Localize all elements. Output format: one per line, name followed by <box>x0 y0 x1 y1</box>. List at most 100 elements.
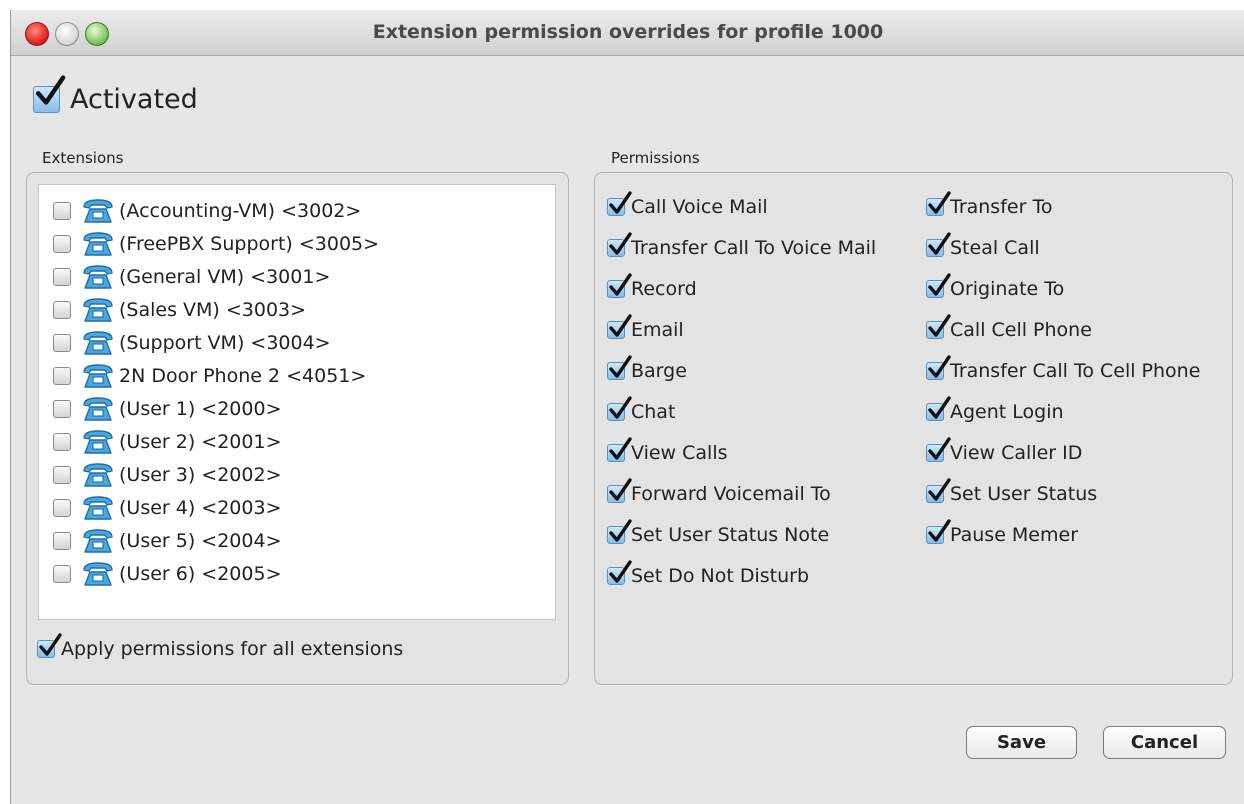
permission-checkbox[interactable] <box>926 272 951 298</box>
extension-list-item[interactable]: (Sales VM) <3003> <box>39 293 555 326</box>
permission-checkbox[interactable] <box>607 231 632 257</box>
checkmark-icon <box>609 313 632 337</box>
permission-item[interactable]: Email <box>607 309 876 350</box>
checkmark-icon <box>928 395 951 419</box>
checkmark-icon <box>609 272 632 296</box>
activated-checkbox[interactable] <box>33 75 66 113</box>
permission-checkbox[interactable] <box>926 436 951 462</box>
permission-label: Transfer To <box>950 195 1053 218</box>
extension-label: (User 4) <2003> <box>119 496 282 519</box>
save-button[interactable]: Save <box>966 726 1077 759</box>
permission-label: Call Cell Phone <box>950 318 1092 341</box>
permission-item[interactable]: Forward Voicemail To <box>607 473 876 514</box>
extension-label: (User 3) <2002> <box>119 463 282 486</box>
extension-list-item[interactable]: 2N Door Phone 2 <4051> <box>39 359 555 392</box>
permissions-group-label: Permissions <box>611 149 700 167</box>
extension-list-item[interactable]: (Accounting-VM) <3002> <box>39 194 555 227</box>
extension-list-item[interactable]: (User 4) <2003> <box>39 491 555 524</box>
extensions-list[interactable]: (Accounting-VM) <3002> (FreePBX Support) … <box>38 184 556 620</box>
permissions-right-column: Transfer To Steal Call Originate To Call Ce… <box>926 186 1200 555</box>
window-title: Extension permission overrides for profi… <box>372 21 884 43</box>
permission-checkbox[interactable] <box>926 190 951 216</box>
permission-item[interactable]: Set User Status Note <box>607 514 876 555</box>
extension-list-item[interactable]: (Support VM) <3004> <box>39 326 555 359</box>
permission-checkbox[interactable] <box>607 436 632 462</box>
desk-phone-icon <box>83 429 113 454</box>
permission-item[interactable]: Barge <box>607 350 876 391</box>
checkmark-icon <box>928 190 951 214</box>
extension-list-item[interactable]: (FreePBX Support) <3005> <box>39 227 555 260</box>
apply-all-checkbox-row[interactable]: Apply permissions for all extensions <box>37 633 403 660</box>
checkmark-icon <box>609 559 632 583</box>
extension-list-item[interactable]: (User 3) <2002> <box>39 458 555 491</box>
permission-checkbox[interactable] <box>607 395 632 421</box>
extension-label: (General VM) <3001> <box>119 265 331 288</box>
extension-list-item[interactable]: (General VM) <3001> <box>39 260 555 293</box>
extension-label: 2N Door Phone 2 <4051> <box>119 364 367 387</box>
permission-item[interactable]: Originate To <box>926 268 1200 309</box>
permission-checkbox[interactable] <box>607 477 632 503</box>
apply-all-checkbox[interactable] <box>37 633 62 658</box>
extension-phone-icon-wrap <box>81 198 119 224</box>
permission-item[interactable]: Chat <box>607 391 876 432</box>
permission-checkbox[interactable] <box>607 518 632 544</box>
permission-item[interactable]: Set User Status <box>926 473 1200 514</box>
activated-checkbox-row[interactable]: Activated <box>33 75 198 115</box>
extension-checkbox[interactable] <box>53 267 71 286</box>
extension-checkbox[interactable] <box>53 465 71 484</box>
extension-checkbox[interactable] <box>53 300 71 319</box>
checkmark-icon <box>928 477 951 501</box>
extension-checkbox[interactable] <box>53 399 71 418</box>
extension-checkbox[interactable] <box>53 366 71 385</box>
extension-list-item[interactable]: (User 6) <2005> <box>39 557 555 590</box>
permission-checkbox[interactable] <box>926 477 951 503</box>
permission-item[interactable]: Record <box>607 268 876 309</box>
permission-item[interactable]: Transfer To <box>926 186 1200 227</box>
checkmark-icon <box>36 75 66 105</box>
permission-item[interactable]: View Calls <box>607 432 876 473</box>
permission-checkbox[interactable] <box>607 272 632 298</box>
permission-checkbox[interactable] <box>926 518 951 544</box>
permission-label: Forward Voicemail To <box>631 482 831 505</box>
permission-checkbox[interactable] <box>926 395 951 421</box>
permission-item[interactable]: Agent Login <box>926 391 1200 432</box>
extension-phone-icon-wrap <box>81 297 119 323</box>
extension-checkbox[interactable] <box>53 234 71 253</box>
desk-phone-icon <box>83 297 113 322</box>
permission-label: Barge <box>631 359 687 382</box>
extension-checkbox[interactable] <box>53 333 71 352</box>
permission-label: Set Do Not Disturb <box>631 564 810 587</box>
permission-item[interactable]: View Caller ID <box>926 432 1200 473</box>
extension-list-item[interactable]: (User 1) <2000> <box>39 392 555 425</box>
permission-item[interactable]: Pause Memer <box>926 514 1200 555</box>
extension-checkbox[interactable] <box>53 564 71 583</box>
permission-label: Set User Status Note <box>631 523 830 546</box>
checkmark-icon <box>609 354 632 378</box>
permission-item[interactable]: Steal Call <box>926 227 1200 268</box>
extension-checkbox[interactable] <box>53 201 71 220</box>
extension-checkbox[interactable] <box>53 498 71 517</box>
permission-checkbox[interactable] <box>607 559 632 585</box>
permission-item[interactable]: Transfer Call To Voice Mail <box>607 227 876 268</box>
permission-item[interactable]: Call Cell Phone <box>926 309 1200 350</box>
permission-checkbox[interactable] <box>607 313 632 339</box>
permission-item[interactable]: Call Voice Mail <box>607 186 876 227</box>
permission-item[interactable]: Transfer Call To Cell Phone <box>926 350 1200 391</box>
checkmark-icon <box>609 190 632 214</box>
cancel-button[interactable]: Cancel <box>1103 726 1226 759</box>
extension-checkbox[interactable] <box>53 432 71 451</box>
permission-checkbox[interactable] <box>607 190 632 216</box>
permission-checkbox[interactable] <box>607 354 632 380</box>
permission-checkbox[interactable] <box>926 313 951 339</box>
extension-checkbox[interactable] <box>53 531 71 550</box>
extension-label: (Accounting-VM) <3002> <box>119 199 362 222</box>
permission-label: Chat <box>631 400 676 423</box>
permission-checkbox[interactable] <box>926 354 951 380</box>
extension-list-item[interactable]: (User 5) <2004> <box>39 524 555 557</box>
permission-label: Set User Status <box>950 482 1098 505</box>
extension-list-item[interactable]: (User 2) <2001> <box>39 425 555 458</box>
permission-item[interactable]: Set Do Not Disturb <box>607 555 876 596</box>
permission-checkbox[interactable] <box>926 231 951 257</box>
permission-label: Pause Memer <box>950 523 1079 546</box>
permission-label: Email <box>631 318 684 341</box>
